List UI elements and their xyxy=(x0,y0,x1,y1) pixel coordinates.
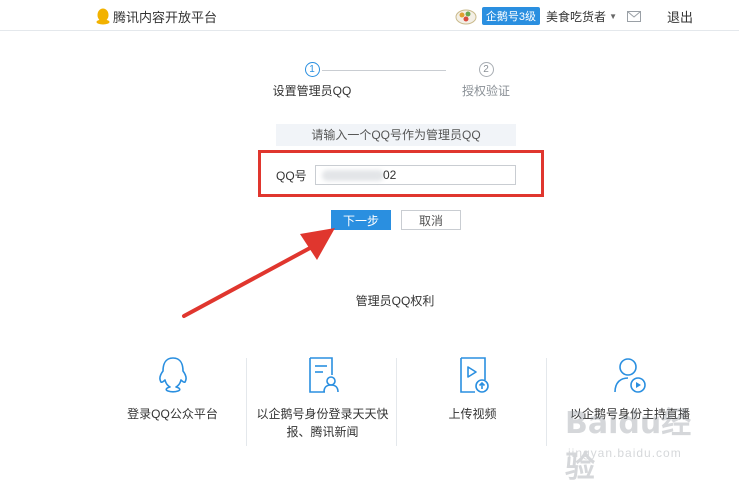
platform-logo[interactable]: 腾讯内容开放平台 xyxy=(96,7,217,26)
right-item-label: 登录QQ公众平台 xyxy=(127,407,218,421)
step-1-number: 1 xyxy=(304,62,320,77)
live-host-icon xyxy=(614,358,646,393)
logout-link[interactable]: 退出 xyxy=(667,7,693,26)
avatar[interactable] xyxy=(454,6,478,26)
step-2: 2 授权验证 xyxy=(446,62,526,99)
qq-number-redaction xyxy=(322,170,384,181)
qq-number-visible-suffix: 02 xyxy=(383,168,397,182)
right-item-login-qq-platform: 登录QQ公众平台 xyxy=(100,355,245,423)
instruction-notice: 请输入一个QQ号作为管理员QQ xyxy=(276,124,516,146)
mail-icon[interactable] xyxy=(626,10,641,22)
watermark-logo-text: Baidu经验 xyxy=(565,406,692,482)
upload-video-icon xyxy=(459,357,489,393)
cancel-button[interactable]: 取消 xyxy=(401,210,461,230)
step-1: 1 设置管理员QQ xyxy=(270,62,354,99)
top-header: 腾讯内容开放平台 企鹅号3级 美食吃货者 ▼ 退出 xyxy=(0,0,739,31)
step-2-label: 授权验证 xyxy=(461,84,510,98)
user-area: 企鹅号3级 美食吃货者 ▼ 退出 xyxy=(454,6,693,26)
id-card-user-icon xyxy=(308,357,339,393)
admin-rights-title: 管理员QQ权利 xyxy=(355,294,435,308)
qq-number-label: QQ号 xyxy=(276,169,307,183)
platform-name: 腾讯内容开放平台 xyxy=(113,10,218,25)
right-item-label: 以企鹅号身份登录天天快报、腾讯新闻 xyxy=(256,407,389,439)
step-2-number: 2 xyxy=(478,62,494,77)
baidu-jingyan-watermark: Baidu经验 jingyan.baidu.com xyxy=(565,398,715,482)
feature-divider xyxy=(246,358,247,446)
right-item-login-news-apps: 以企鹅号身份登录天天快报、腾讯新闻 xyxy=(250,355,395,441)
qq-penguin-icon xyxy=(158,357,187,393)
watermark-url: jingyan.baidu.com xyxy=(568,446,682,460)
feature-divider xyxy=(546,358,547,446)
right-item-upload-video: 上传视频 xyxy=(400,355,545,423)
username[interactable]: 美食吃货者 xyxy=(546,8,606,25)
step-indicator: 1 设置管理员QQ 2 授权验证 xyxy=(270,62,530,102)
feature-divider xyxy=(396,358,397,446)
penguin-logo-icon xyxy=(96,8,110,25)
level-badge: 企鹅号3级 xyxy=(481,7,541,25)
right-item-label: 上传视频 xyxy=(448,407,497,421)
chevron-down-icon[interactable]: ▼ xyxy=(609,12,617,21)
step-1-label: 设置管理员QQ xyxy=(272,84,352,98)
